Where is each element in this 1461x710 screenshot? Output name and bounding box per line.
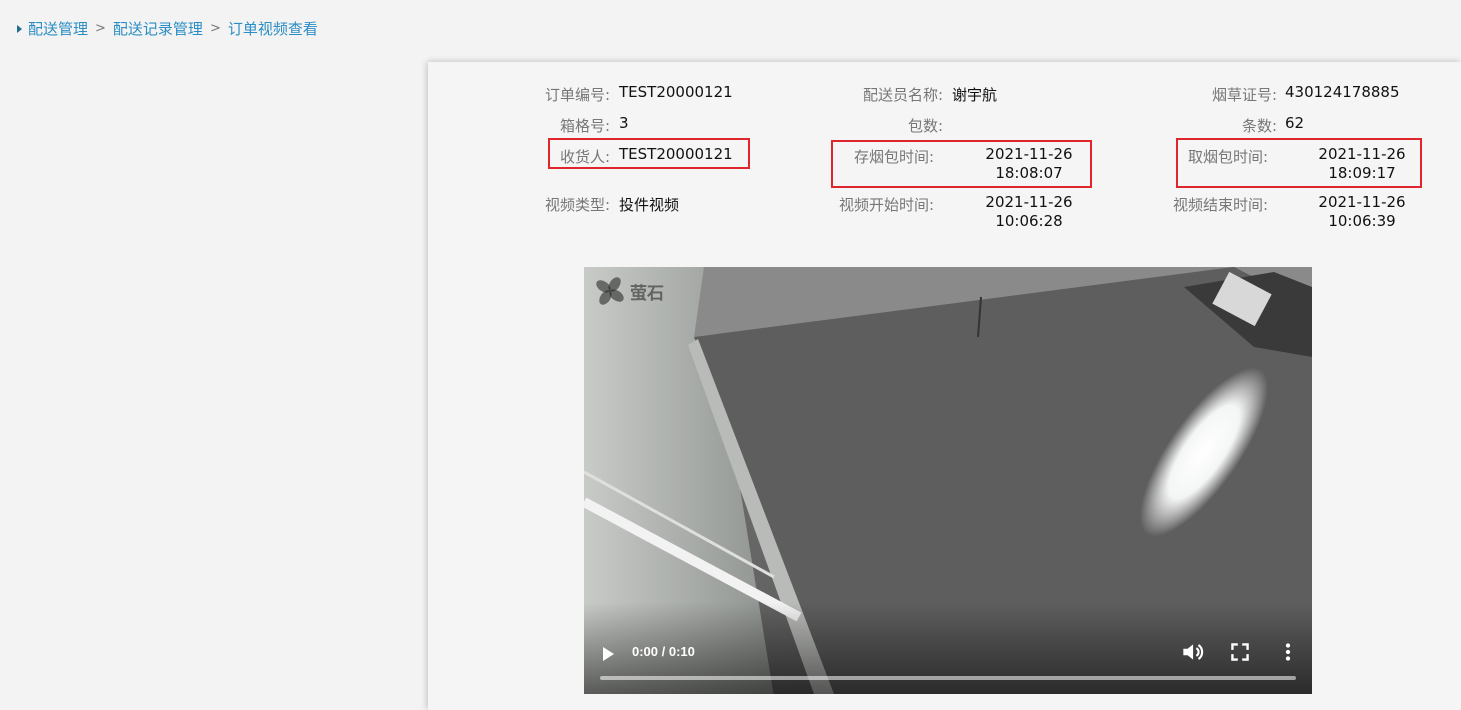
store-time-label: 存烟包时间: bbox=[853, 148, 934, 166]
fullscreen-icon[interactable] bbox=[1227, 639, 1253, 665]
video-type-value: 投件视频 bbox=[619, 196, 680, 214]
breadcrumb: 配送管理 > 配送记录管理 > 订单视频查看 bbox=[17, 18, 318, 39]
breadcrumb-separator: > bbox=[209, 21, 221, 36]
play-icon[interactable] bbox=[603, 647, 614, 661]
store-time-date: 2021-11-26 bbox=[985, 145, 1073, 163]
more-options-icon[interactable] bbox=[1275, 639, 1301, 665]
video-end-label: 视频结束时间: bbox=[1172, 196, 1268, 214]
video-start-date: 2021-11-26 bbox=[985, 193, 1073, 211]
courier-label: 配送员名称: bbox=[862, 86, 943, 104]
order-no-value: TEST20000121 bbox=[619, 83, 733, 101]
pickup-time-date: 2021-11-26 bbox=[1318, 145, 1406, 163]
store-time-value: 2021-11-26 18:08:07 bbox=[976, 145, 1082, 183]
courier-value: 谢宇航 bbox=[952, 86, 998, 104]
breadcrumb-item-order-video[interactable]: 订单视频查看 bbox=[228, 18, 318, 39]
video-controls: 0:00 / 0:10 bbox=[584, 602, 1312, 694]
store-time-clock: 18:08:07 bbox=[995, 164, 1063, 182]
ezviz-logo-icon bbox=[596, 277, 624, 305]
video-end-clock: 10:06:39 bbox=[1328, 212, 1396, 230]
volume-icon[interactable] bbox=[1179, 639, 1205, 665]
order-no-label: 订单编号: bbox=[544, 86, 610, 104]
count-label: 条数: bbox=[1241, 117, 1277, 135]
video-end-value: 2021-11-26 10:06:39 bbox=[1309, 193, 1415, 231]
video-time-display: 0:00 / 0:10 bbox=[632, 644, 695, 659]
receiver-label: 收货人: bbox=[559, 148, 610, 166]
breadcrumb-item-delivery-management[interactable]: 配送管理 bbox=[28, 18, 88, 39]
video-type-label: 视频类型: bbox=[544, 196, 610, 214]
box-label: 箱格号: bbox=[559, 117, 610, 135]
video-start-label: 视频开始时间: bbox=[838, 196, 934, 214]
license-value: 430124178885 bbox=[1285, 83, 1400, 101]
watermark-text: 萤石 bbox=[630, 283, 664, 304]
breadcrumb-arrow-icon bbox=[17, 24, 22, 33]
order-video-panel: 订单编号: TEST20000121 配送员名称: 谢宇航 烟草证号: 4301… bbox=[428, 62, 1461, 710]
pickup-time-clock: 18:09:17 bbox=[1328, 164, 1396, 182]
pickup-time-label: 取烟包时间: bbox=[1187, 148, 1268, 166]
ezviz-watermark: 萤石 bbox=[594, 275, 664, 307]
packs-label: 包数: bbox=[907, 117, 943, 135]
video-progress-bar[interactable] bbox=[600, 676, 1296, 680]
breadcrumb-item-delivery-records[interactable]: 配送记录管理 bbox=[113, 18, 203, 39]
count-value: 62 bbox=[1285, 114, 1305, 132]
license-label: 烟草证号: bbox=[1211, 86, 1277, 104]
pickup-time-value: 2021-11-26 18:09:17 bbox=[1309, 145, 1415, 183]
receiver-value: TEST20000121 bbox=[619, 145, 733, 163]
video-player[interactable]: 萤石 0:00 / 0:10 bbox=[584, 267, 1312, 694]
breadcrumb-separator: > bbox=[95, 21, 106, 36]
video-start-value: 2021-11-26 10:06:28 bbox=[976, 193, 1082, 231]
video-start-clock: 10:06:28 bbox=[995, 212, 1063, 230]
video-end-date: 2021-11-26 bbox=[1318, 193, 1406, 211]
box-value: 3 bbox=[619, 114, 629, 132]
